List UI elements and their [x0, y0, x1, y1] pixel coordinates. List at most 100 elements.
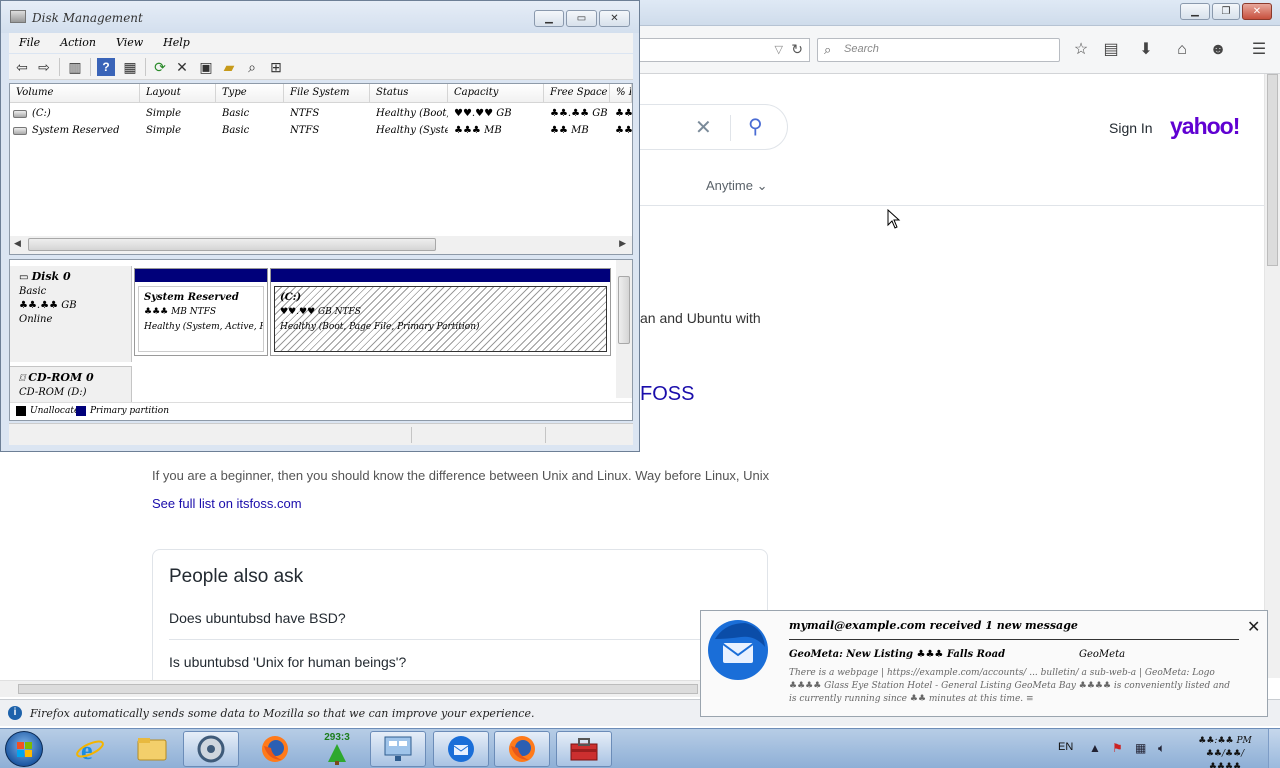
partition-c[interactable]: (C:) ♥♥.♥♥ GB NTFS Healthy (Boot, Page F… [270, 268, 611, 356]
page-horizontal-scrollbar[interactable] [0, 680, 700, 697]
volume-icon [13, 110, 27, 118]
column-header-free-space[interactable]: Free Space [544, 84, 610, 103]
taskbar-remote-desktop[interactable] [370, 731, 426, 767]
show-desktop-button[interactable] [1268, 729, 1280, 768]
search-input[interactable]: ⌕ Search [817, 38, 1060, 62]
clock[interactable]: ♣♣:♣♣ PM ♣♣/♣♣/♣♣♣♣ [1190, 735, 1260, 768]
reload-icon[interactable]: ↻ [791, 41, 803, 58]
scrollbar-thumb[interactable] [618, 276, 630, 344]
column-header-percent-free[interactable]: % F [610, 84, 632, 103]
minimize-button[interactable]: ▁ [534, 10, 564, 27]
help-icon[interactable]: ? [97, 58, 115, 76]
result-title-link[interactable]: FOSS [640, 383, 694, 406]
reading-list-icon[interactable]: ▤ [1101, 40, 1121, 60]
minimize-button[interactable]: ▁ [1180, 3, 1210, 20]
taskbar-thunderbird[interactable] [433, 731, 489, 767]
chat-icon[interactable]: ☻ [1208, 40, 1228, 60]
taskbar-disk-management[interactable] [183, 731, 239, 767]
column-header-file-system[interactable]: File System [284, 84, 370, 103]
taskbar-file-explorer[interactable] [124, 731, 180, 767]
taskbar-firefox-window[interactable] [494, 731, 550, 767]
search-icon[interactable]: ⌕ [243, 58, 261, 76]
download-icon[interactable]: ⬇ [1136, 40, 1156, 60]
column-header-capacity[interactable]: Capacity [448, 84, 544, 103]
mouse-cursor-icon [887, 209, 901, 229]
taskbar-notepad-badge[interactable]: 293:3 [309, 731, 365, 767]
partition-bar [135, 269, 267, 282]
taskbar-internet-explorer[interactable]: e [62, 731, 118, 767]
restore-button[interactable]: ❐ [1212, 3, 1240, 20]
taskbar-firefox[interactable] [247, 731, 303, 767]
disk-0-label[interactable]: ▭ Disk 0 Basic ♣♣.♣♣ GB Online [10, 266, 132, 362]
action-center-icon[interactable]: ⚑ [1112, 741, 1123, 755]
disk-type: Basic [19, 286, 47, 297]
maximize-button[interactable]: ▭ [566, 10, 597, 27]
properties-icon[interactable]: ▦ [121, 58, 139, 76]
window-controls: ▁ ▭ ✕ [534, 10, 630, 27]
column-header-volume[interactable]: Volume [10, 84, 140, 103]
scrollbar-thumb[interactable] [18, 684, 698, 694]
list-horizontal-scrollbar[interactable]: ◀ ▶ [10, 236, 632, 254]
language-indicator[interactable]: EN [1058, 741, 1073, 753]
network-icon[interactable]: ▦ [1135, 741, 1146, 755]
scroll-left-icon[interactable]: ◀ [14, 238, 21, 249]
close-icon[interactable]: ✕ [1247, 617, 1260, 637]
hamburger-menu-icon[interactable]: ☰ [1249, 40, 1269, 60]
menu-action[interactable]: Action [50, 33, 106, 53]
menu-help[interactable]: Help [153, 33, 200, 53]
taskbar-toolbox[interactable] [556, 731, 612, 767]
close-button[interactable]: ✕ [599, 10, 630, 27]
delete-icon[interactable]: ✕ [173, 58, 191, 76]
close-button[interactable]: ✕ [1242, 3, 1272, 20]
forward-arrow-icon[interactable]: ⇨ [35, 58, 53, 76]
yahoo-search-box[interactable]: ✕ ⚲ [640, 104, 788, 150]
cell-percent-free: ♣♣ [615, 125, 633, 136]
thunderbird-icon [448, 736, 474, 762]
scrollbar-thumb[interactable] [1267, 74, 1278, 266]
search-icon[interactable]: ⚲ [748, 114, 763, 139]
partition-system-reserved[interactable]: System Reserved ♣♣♣ MB NTFS Healthy (Sys… [134, 268, 268, 356]
page-vertical-scrollbar[interactable] [1264, 74, 1280, 678]
clear-icon[interactable]: ✕ [695, 115, 712, 140]
disk-properties-icon[interactable]: ▣ [197, 58, 215, 76]
settings-icon[interactable]: ⊞ [267, 58, 285, 76]
cdrom-0-label[interactable]: ⌼ CD-ROM 0 CD-ROM (D:) [10, 366, 132, 402]
message-preview: There is a webpage | https://example.com… [789, 668, 1231, 704]
cell-capacity: ♥♥.♥♥ GB [454, 108, 512, 119]
show-hide-console-tree-icon[interactable]: ▥ [66, 58, 84, 76]
column-header-type[interactable]: Type [216, 84, 284, 103]
new-mail-notification[interactable]: ✕ mymail@example.com received 1 new mess… [700, 610, 1268, 717]
show-hidden-icons-icon[interactable]: ▲ [1089, 741, 1101, 755]
home-icon[interactable]: ⌂ [1172, 40, 1192, 60]
volume-icon[interactable]: 🔈︎ [1158, 741, 1165, 756]
start-button[interactable] [5, 731, 43, 767]
scrollbar-thumb[interactable] [28, 238, 436, 251]
chevron-down-icon: ⌄ [756, 178, 768, 193]
column-header-layout[interactable]: Layout [140, 84, 216, 103]
window-titlebar[interactable]: Disk Management ▁ ▭ ✕ [1, 1, 639, 33]
menu-view[interactable]: View [106, 33, 153, 53]
clock-date: ♣♣/♣♣/♣♣♣♣ [1205, 749, 1245, 768]
legend: Unallocated Primary partition [10, 402, 632, 420]
see-full-list-link[interactable]: See full list on itsfoss.com [152, 496, 302, 511]
menu-bar: File Action View Help [9, 33, 633, 53]
disk-icon: ▭ [19, 272, 29, 283]
back-arrow-icon[interactable]: ⇦ [13, 58, 31, 76]
question-item[interactable]: Is ubuntubsd 'Unix for human beings'? [169, 654, 406, 670]
sign-in-link[interactable]: Sign In [1109, 120, 1153, 136]
graph-vertical-scrollbar[interactable] [616, 260, 632, 398]
anytime-filter[interactable]: Anytime ⌄ [706, 178, 768, 194]
column-header-status[interactable]: Status [370, 84, 448, 103]
thunderbird-logo-icon [708, 620, 768, 680]
menu-file[interactable]: File [9, 33, 50, 53]
bookmark-star-icon[interactable]: ☆ [1071, 40, 1091, 60]
dropdown-arrow-icon[interactable]: ▽ [775, 43, 783, 56]
refresh-icon[interactable]: ⟳ [151, 58, 169, 76]
yahoo-logo[interactable]: yahoo! [1170, 113, 1240, 140]
cell-free-space: ♣♣ MB [550, 125, 589, 136]
url-bar[interactable]: ▽ ↻ [640, 38, 810, 62]
question-item[interactable]: Does ubuntubsd have BSD? [169, 610, 346, 626]
notification-divider [789, 639, 1239, 640]
open-folder-icon[interactable]: ▰ [220, 58, 238, 76]
scroll-right-icon[interactable]: ▶ [619, 238, 626, 249]
